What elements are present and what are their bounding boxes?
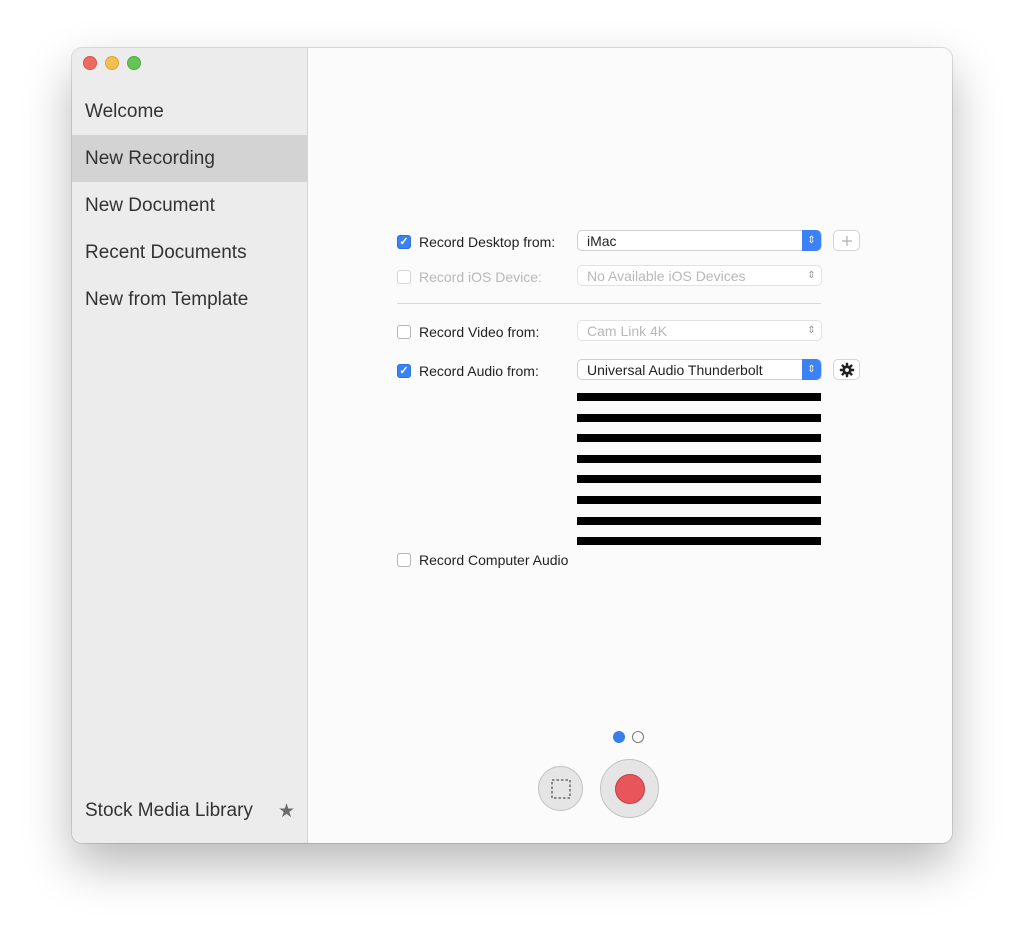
star-icon: ★: [277, 800, 295, 822]
dashed-selection-icon: [550, 778, 571, 799]
meter-bar: [577, 495, 821, 504]
meter-bar: [577, 475, 821, 484]
sidebar-item-recent-documents[interactable]: Recent Documents: [72, 229, 307, 276]
select-area-button[interactable]: [538, 766, 583, 811]
record-ios-checkbox[interactable]: [397, 270, 411, 284]
record-computer-audio-checkbox[interactable]: [397, 553, 411, 567]
record-desktop-select[interactable]: iMac ⇕: [577, 230, 822, 251]
sidebar-item-new-from-template[interactable]: New from Template: [72, 276, 307, 323]
record-audio-select[interactable]: Universal Audio Thunderbolt ⇕: [577, 359, 822, 380]
gear-icon: [839, 362, 854, 377]
checkmark-icon: ✓: [399, 235, 409, 248]
record-desktop-checkbox[interactable]: ✓: [397, 235, 411, 249]
sidebar-nav: Welcome New Recording New Document Recen…: [72, 88, 307, 323]
plus-icon: [841, 235, 852, 246]
add-display-button[interactable]: [833, 230, 860, 251]
app-window: Welcome New Recording New Document Recen…: [72, 48, 952, 843]
meter-bar: [577, 454, 821, 463]
audio-settings-button[interactable]: [833, 359, 860, 380]
meter-bar: [577, 516, 821, 525]
record-ios-row: Record iOS Device:: [397, 269, 542, 285]
zoom-window-button[interactable]: [127, 56, 141, 70]
record-desktop-value: iMac: [587, 232, 617, 249]
meter-bar: [577, 434, 821, 443]
minimize-window-button[interactable]: [105, 56, 119, 70]
page-dot-2[interactable]: [632, 731, 644, 743]
record-video-checkbox[interactable]: [397, 325, 411, 339]
close-window-button[interactable]: [83, 56, 97, 70]
record-computer-audio-label: Record Computer Audio: [419, 552, 569, 568]
page-indicator: [613, 731, 644, 743]
record-ios-value: No Available iOS Devices: [587, 267, 746, 284]
updown-chevron-icon: ⇕: [807, 270, 816, 281]
meter-bar: [577, 413, 821, 422]
record-desktop-row: ✓ Record Desktop from:: [397, 234, 555, 250]
meter-bar: [577, 537, 821, 546]
record-audio-checkbox[interactable]: ✓: [397, 364, 411, 378]
record-video-row: Record Video from:: [397, 324, 539, 340]
record-ios-select[interactable]: No Available iOS Devices ⇕: [577, 265, 822, 286]
sidebar-item-welcome[interactable]: Welcome: [72, 88, 307, 135]
record-video-label: Record Video from:: [419, 324, 540, 340]
record-button[interactable]: [600, 759, 659, 818]
stock-media-library-button[interactable]: Stock Media Library ★: [85, 798, 295, 824]
record-audio-label: Record Audio from:: [419, 363, 539, 379]
page-dot-1[interactable]: [613, 731, 625, 743]
updown-chevron-icon: ⇕: [802, 230, 821, 251]
checkmark-icon: ✓: [399, 364, 409, 377]
record-desktop-label: Record Desktop from:: [419, 234, 556, 250]
section-divider: [397, 303, 821, 304]
record-video-value: Cam Link 4K: [587, 322, 668, 339]
meter-bar: [577, 393, 821, 401]
sidebar: Welcome New Recording New Document Recen…: [72, 48, 308, 843]
record-ios-label: Record iOS Device:: [419, 269, 542, 285]
updown-chevron-icon: ⇕: [802, 359, 821, 380]
window-controls: [83, 56, 141, 70]
stock-media-library-label: Stock Media Library: [85, 800, 253, 821]
updown-chevron-icon: ⇕: [807, 325, 816, 336]
sidebar-item-new-document[interactable]: New Document: [72, 182, 307, 229]
record-audio-value: Universal Audio Thunderbolt: [587, 361, 763, 378]
record-icon: [614, 773, 645, 804]
record-video-select[interactable]: Cam Link 4K ⇕: [577, 320, 822, 341]
sidebar-item-new-recording[interactable]: New Recording: [72, 135, 307, 182]
audio-level-meter: [577, 393, 821, 546]
record-audio-row: ✓ Record Audio from:: [397, 363, 539, 379]
record-computer-audio-row: Record Computer Audio: [397, 552, 568, 568]
